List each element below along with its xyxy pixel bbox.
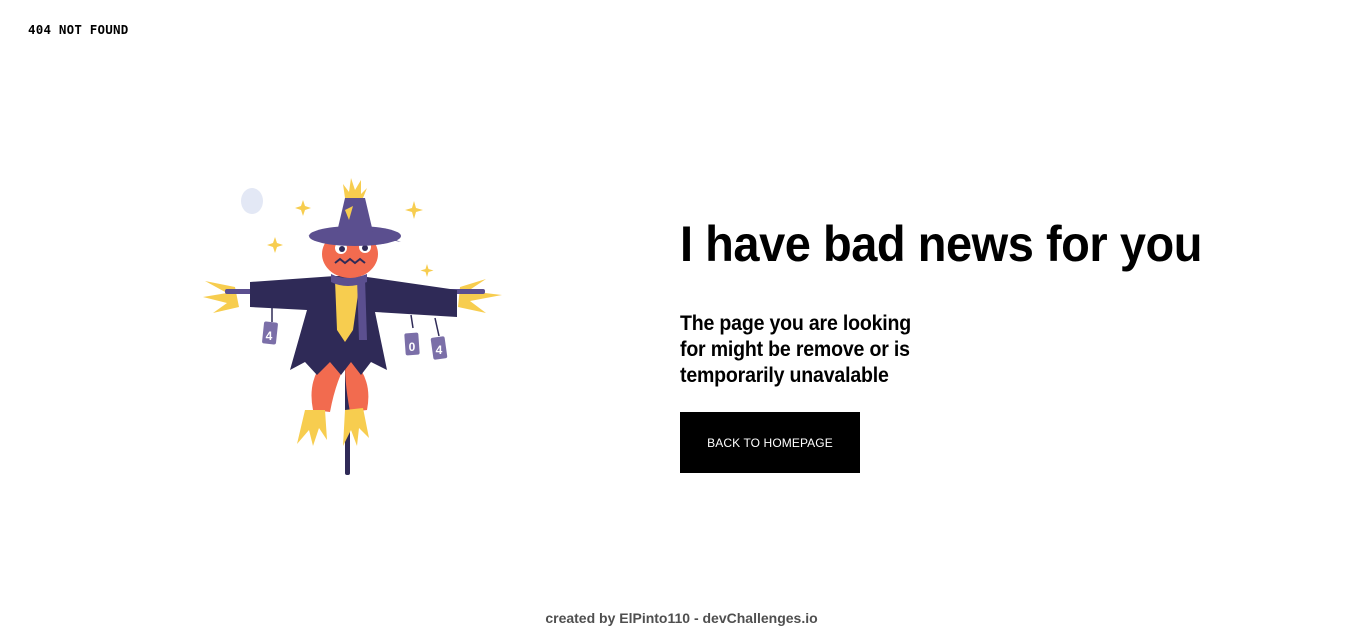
moon-icon [241,188,263,214]
page-headline: I have bad news for you [680,216,1202,272]
sparkle-icon [405,201,423,219]
sparkle-icon [420,264,434,277]
error-content: I have bad news for you The page you are… [680,214,1320,473]
error-message: The page you are looking for might be re… [680,312,912,387]
sign-digit: 0 [409,340,416,354]
sign-digit: 4 [266,329,273,343]
sign-digit: 4 [436,343,443,357]
back-to-homepage-button[interactable]: BACK TO HOMEPAGE [680,412,860,473]
sparkle-icon [267,237,283,253]
footer-credit: created by ElPinto110 - devChallenges.io [545,610,818,626]
scarecrow-illustration: 4 0 4 [195,170,515,485]
sparkle-icon [295,200,311,216]
scarecrow-icon: 4 0 4 [203,178,502,475]
site-title: 404 NOT FOUND [28,22,129,37]
